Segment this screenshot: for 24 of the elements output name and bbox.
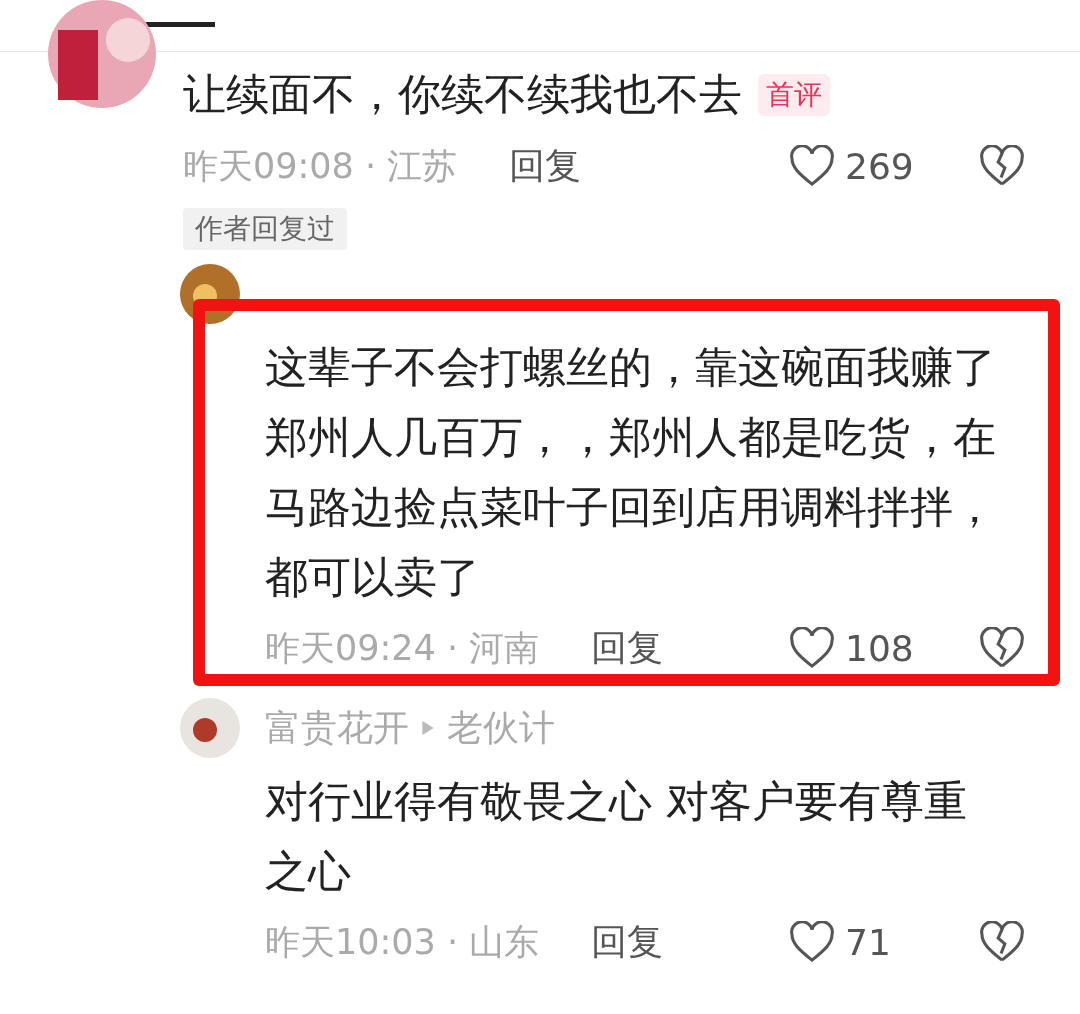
broken-heart-icon[interactable] (979, 921, 1025, 963)
reply-time: 昨天10:03 · 山东 (265, 920, 540, 964)
author-replied-tag: 作者回复过 (183, 208, 347, 250)
reply-button[interactable]: 回复 (591, 623, 664, 673)
like-count: 71 (845, 921, 891, 963)
first-comment-badge: 首评 (758, 74, 830, 116)
broken-heart-icon[interactable] (979, 145, 1025, 187)
reply-button[interactable]: 回复 (509, 141, 582, 191)
avatar-icon (180, 264, 240, 324)
comment-text: 让续面不，你续不续我也不去 (183, 68, 742, 121)
reply-button[interactable]: 回复 (591, 917, 664, 967)
like-count: 269 (845, 145, 914, 187)
comment-time: 昨天09:08 · 江苏 (183, 144, 458, 188)
reply-text: 对行业得有敬畏之心 对客户要有尊重之心 (265, 775, 968, 898)
like-count: 108 (845, 627, 914, 669)
reply-time: 昨天09:24 · 河南 (265, 626, 540, 670)
heart-icon[interactable] (789, 145, 835, 187)
heart-icon[interactable] (789, 921, 835, 963)
broken-heart-icon[interactable] (979, 627, 1025, 669)
reply-text: 这辈子不会打螺丝的，靠这碗面我赚了郑州人几百万，，郑州人都是吃货，在马路边捡点菜叶子回到店用调料拌拌，都可以卖了 (265, 341, 997, 604)
avatar-icon (180, 698, 240, 758)
reply-arrow-icon (421, 719, 435, 737)
avatar-icon (48, 0, 156, 108)
heart-icon[interactable] (789, 627, 835, 669)
